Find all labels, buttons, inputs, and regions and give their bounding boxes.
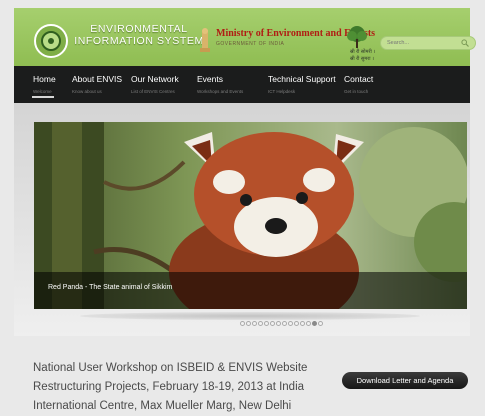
slide-image[interactable]: Red Panda - The State animal of Sikkim	[34, 122, 467, 309]
main-nav: Home Welcome About ENVIS Know about us O…	[14, 66, 470, 103]
slider-dot[interactable]	[276, 321, 281, 326]
ministry-subtitle: GOVERNMENT OF INDIA	[216, 41, 285, 47]
slider-pagination	[240, 321, 323, 327]
news-announcement: National User Workshop on ISBEID & ENVIS…	[33, 359, 343, 416]
nav-label: Our Network	[131, 74, 179, 84]
nav-label: Contact	[344, 74, 374, 84]
envis-title[interactable]: ENVIRONMENTAL INFORMATION SYSTEM	[74, 23, 204, 47]
nav-sub: Welcome	[33, 89, 52, 94]
slide-shadow	[80, 312, 420, 320]
slider-dot[interactable]	[300, 321, 305, 326]
nav-item-our-network[interactable]: Our Network List of ENVIS Centres	[131, 74, 179, 94]
nav-label: About ENVIS	[72, 74, 123, 84]
slider-dot[interactable]	[270, 321, 275, 326]
slider-dot[interactable]	[246, 321, 251, 326]
download-letter-button[interactable]: Download Letter and Agenda	[342, 372, 468, 389]
nav-sub: Get in touch	[344, 89, 369, 94]
hindi-text-line2: स्री री सुमरा ।	[350, 56, 374, 62]
envis-title-line2: INFORMATION SYSTEM	[74, 35, 204, 47]
nav-item-technical-support[interactable]: Technical Support ICT Helpdesk	[268, 74, 336, 94]
slider-dot[interactable]	[288, 321, 293, 326]
slider-dot[interactable]	[240, 321, 245, 326]
nav-item-contact[interactable]: Contact Get in touch	[344, 74, 373, 94]
news-line1: National User Workshop on ISBEID & ENVIS…	[33, 362, 308, 374]
nav-item-home[interactable]: Home Welcome	[33, 74, 56, 94]
slide-caption-bar: Red Panda - The State animal of Sikkim	[34, 272, 467, 309]
envis-logo-icon[interactable]	[34, 24, 68, 58]
site-header: ENVIRONMENTAL INFORMATION SYSTEM Ministr…	[14, 8, 476, 66]
hindi-text-line1: स्री री सोमरी ।	[350, 49, 376, 55]
nav-sub: List of ENVIS Centres	[131, 89, 175, 94]
slide-caption: Red Panda - The State animal of Sikkim	[48, 284, 173, 291]
nav-sub: Know about us	[72, 89, 102, 94]
tree-logo-icon	[347, 26, 367, 48]
slider-dot[interactable]	[318, 321, 323, 326]
logo-center	[48, 38, 54, 44]
slider-dot[interactable]	[264, 321, 269, 326]
nav-label: Events	[197, 74, 223, 84]
nav-sub: ICT Helpdesk	[268, 89, 296, 94]
search-input[interactable]	[387, 37, 457, 49]
nav-label: Technical Support	[268, 74, 336, 84]
nav-active-indicator	[32, 96, 54, 98]
search-icon[interactable]	[461, 39, 469, 47]
envis-title-line1: ENVIRONMENTAL	[90, 23, 188, 35]
slider-dot[interactable]	[258, 321, 263, 326]
news-line2: Restructuring Projects, February 18-19, …	[33, 381, 305, 393]
nav-label: Home	[33, 74, 56, 84]
nav-item-events[interactable]: Events Workshops and Events	[197, 74, 243, 94]
slider-dot[interactable]	[294, 321, 299, 326]
slider-dot[interactable]	[306, 321, 311, 326]
news-line3: International Centre, Max Mueller Marg, …	[33, 400, 292, 412]
slider-dot[interactable]	[282, 321, 287, 326]
search-box[interactable]	[380, 36, 476, 50]
nav-sub: Workshops and Events	[197, 89, 244, 94]
page: ENVIRONMENTAL INFORMATION SYSTEM Ministr…	[0, 0, 485, 416]
slider-dot[interactable]	[252, 321, 257, 326]
slider-dot[interactable]	[312, 321, 317, 326]
nav-item-about-envis[interactable]: About ENVIS Know about us	[72, 74, 122, 94]
national-emblem-icon	[200, 28, 210, 52]
